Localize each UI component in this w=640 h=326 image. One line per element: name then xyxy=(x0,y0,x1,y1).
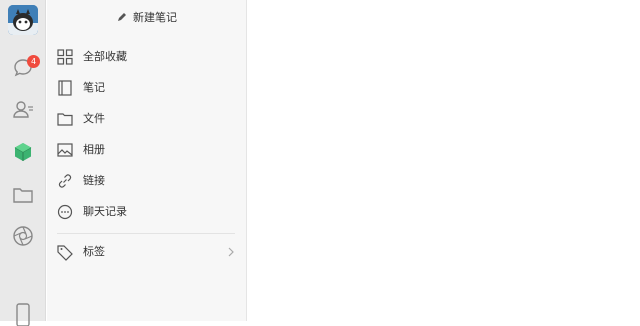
nav-item-links[interactable]: 链接 xyxy=(47,169,247,193)
chat-bubble-icon xyxy=(56,203,74,221)
nav-item-label: 全部收藏 xyxy=(83,50,127,63)
content-area xyxy=(247,0,640,321)
link-icon xyxy=(56,172,74,190)
phone-icon[interactable] xyxy=(11,302,35,326)
favorites-panel: 新建笔记 全部收藏 笔记 文件 相册 链接 聊天记录 标签 xyxy=(47,0,247,321)
chevron-right-icon xyxy=(227,247,235,257)
pencil-icon xyxy=(117,12,127,22)
nav-item-label: 链接 xyxy=(83,174,105,187)
nav-item-tags[interactable]: 标签 xyxy=(47,240,247,264)
divider xyxy=(57,233,235,234)
folder-icon[interactable] xyxy=(11,183,35,207)
nav-item-notes[interactable]: 笔记 xyxy=(47,76,247,100)
nav-item-label: 相册 xyxy=(83,143,105,156)
app-rail: 4 xyxy=(0,0,46,326)
cube-icon[interactable] xyxy=(11,140,35,164)
nav-item-label: 标签 xyxy=(83,245,105,258)
avatar[interactable] xyxy=(8,5,38,35)
new-note-button[interactable]: 新建笔记 xyxy=(47,8,247,28)
folder-icon xyxy=(56,110,74,128)
contacts-icon[interactable] xyxy=(11,98,35,122)
notebook-icon xyxy=(56,79,74,97)
nav-item-label: 文件 xyxy=(83,112,105,125)
nav-item-album[interactable]: 相册 xyxy=(47,138,247,162)
chat-badge: 4 xyxy=(27,55,40,68)
nav-item-label: 聊天记录 xyxy=(83,205,127,218)
nav-item-chat-history[interactable]: 聊天记录 xyxy=(47,200,247,224)
grid-icon xyxy=(56,48,74,66)
image-icon xyxy=(56,141,74,159)
new-note-label: 新建笔记 xyxy=(133,11,177,24)
nav-item-all-favorites[interactable]: 全部收藏 xyxy=(47,45,247,69)
nav-item-files[interactable]: 文件 xyxy=(47,107,247,131)
aperture-icon[interactable] xyxy=(11,224,35,248)
nav-item-label: 笔记 xyxy=(83,81,105,94)
tag-icon xyxy=(56,243,74,261)
